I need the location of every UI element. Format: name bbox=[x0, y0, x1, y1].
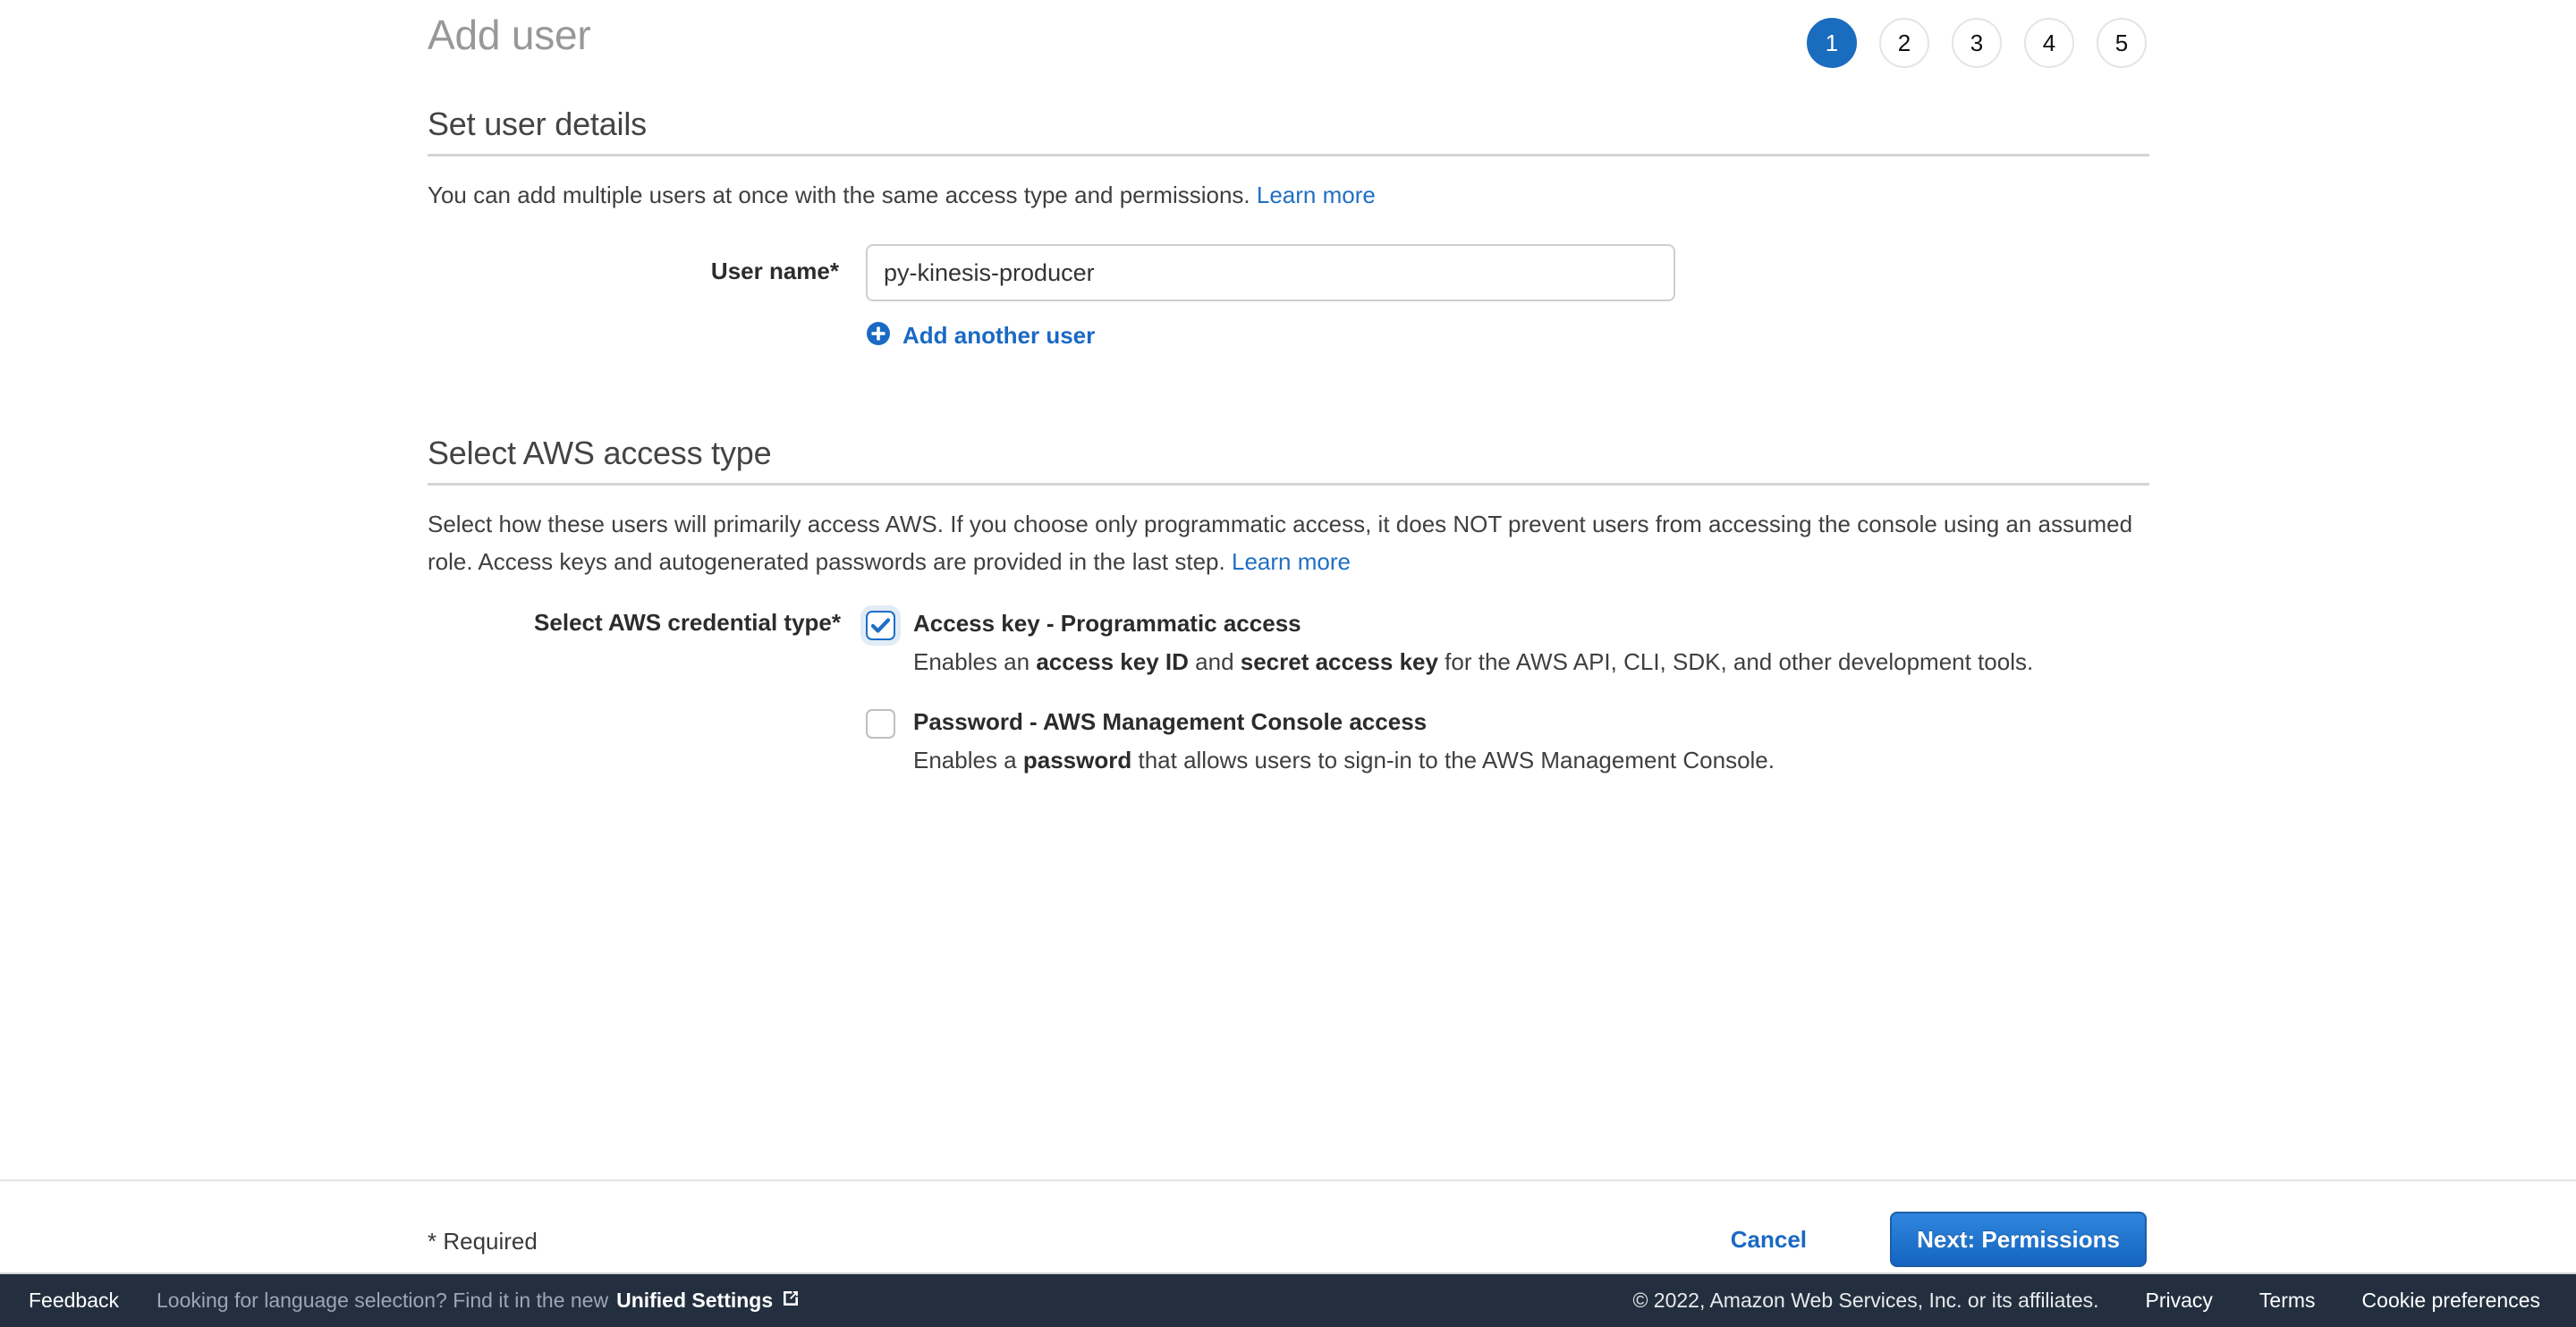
cancel-button[interactable]: Cancel bbox=[1731, 1226, 1807, 1254]
user-details-description: You can add multiple users at once with … bbox=[428, 176, 2149, 214]
access-key-description: Enables an access key ID and secret acce… bbox=[913, 643, 2033, 680]
desc-text: Enables an bbox=[913, 648, 1036, 675]
step-5[interactable]: 5 bbox=[2097, 18, 2147, 68]
username-field-row: User name* bbox=[428, 244, 2149, 301]
desc-text: for the AWS API, CLI, SDK, and other dev… bbox=[1438, 648, 2033, 675]
page-content: Set user details You can add multiple us… bbox=[0, 106, 2576, 802]
check-icon bbox=[870, 615, 891, 636]
divider bbox=[428, 154, 2149, 156]
add-another-user-label: Add another user bbox=[902, 322, 1095, 350]
access-type-learn-more-link[interactable]: Learn more bbox=[1232, 548, 1351, 575]
section-heading-user-details: Set user details bbox=[428, 106, 2149, 154]
credential-type-label: Select AWS credential type* bbox=[428, 604, 866, 637]
cookie-preferences-link[interactable]: Cookie preferences bbox=[2362, 1289, 2540, 1313]
access-type-description: Select how these users will primarily ac… bbox=[428, 505, 2149, 580]
step-indicator: 1 2 3 4 5 bbox=[1807, 18, 2147, 68]
step-2[interactable]: 2 bbox=[1879, 18, 1929, 68]
set-user-details-section: Set user details You can add multiple us… bbox=[428, 106, 2149, 351]
unified-settings-link[interactable]: Looking for language selection? Find it … bbox=[157, 1289, 801, 1314]
lang-note-prefix: Looking for language selection? Find it … bbox=[157, 1289, 608, 1313]
required-note: * Required bbox=[428, 1228, 538, 1255]
step-4[interactable]: 4 bbox=[2024, 18, 2074, 68]
access-key-title: Access key - Programmatic access bbox=[913, 605, 2033, 641]
plus-circle-icon bbox=[866, 321, 891, 351]
access-key-checkbox[interactable] bbox=[866, 611, 895, 640]
feedback-link[interactable]: Feedback bbox=[29, 1289, 119, 1313]
page-title: Add user bbox=[428, 11, 591, 59]
section-heading-access-type: Select AWS access type bbox=[428, 435, 2149, 483]
option-access-key: Access key - Programmatic access Enables… bbox=[866, 605, 2033, 680]
credential-type-options: Access key - Programmatic access Enables… bbox=[866, 604, 2033, 802]
username-input[interactable] bbox=[866, 244, 1675, 301]
option-password: Password - AWS Management Console access… bbox=[866, 704, 2033, 779]
page-header: Add user 1 2 3 4 5 bbox=[0, 0, 2576, 106]
username-label: User name* bbox=[428, 244, 866, 285]
copyright-text: © 2022, Amazon Web Services, Inc. or its… bbox=[1632, 1289, 2098, 1313]
add-another-user-button[interactable]: Add another user bbox=[866, 321, 1095, 351]
password-checkbox[interactable] bbox=[866, 709, 895, 739]
desc-text: that allows users to sign-in to the AWS … bbox=[1131, 747, 1775, 773]
password-description: Enables a password that allows users to … bbox=[913, 741, 1775, 779]
step-3[interactable]: 3 bbox=[1952, 18, 2002, 68]
action-bar: * Required Cancel Next: Permissions bbox=[0, 1179, 2576, 1274]
desc-text: Enables a bbox=[913, 747, 1023, 773]
step-1[interactable]: 1 bbox=[1807, 18, 1857, 68]
user-details-description-text: You can add multiple users at once with … bbox=[428, 182, 1250, 208]
terms-link[interactable]: Terms bbox=[2259, 1289, 2316, 1313]
add-user-page: Add user 1 2 3 4 5 Set user details You … bbox=[0, 0, 2576, 1327]
desc-bold: secret access key bbox=[1241, 648, 1438, 675]
page-footer: Feedback Looking for language selection?… bbox=[0, 1274, 2576, 1327]
desc-bold: access key ID bbox=[1036, 648, 1189, 675]
next-permissions-button[interactable]: Next: Permissions bbox=[1890, 1212, 2147, 1267]
access-type-section: Select AWS access type Select how these … bbox=[428, 435, 2149, 802]
desc-bold: password bbox=[1023, 747, 1131, 773]
user-details-learn-more-link[interactable]: Learn more bbox=[1257, 182, 1376, 208]
credential-type-row: Select AWS credential type* Access key -… bbox=[428, 604, 2149, 802]
section-spacer bbox=[428, 351, 2149, 435]
password-title: Password - AWS Management Console access bbox=[913, 704, 1775, 740]
external-link-icon bbox=[781, 1289, 801, 1314]
unified-settings-label: Unified Settings bbox=[616, 1289, 773, 1313]
privacy-link[interactable]: Privacy bbox=[2146, 1289, 2213, 1313]
divider bbox=[428, 483, 2149, 486]
desc-text: and bbox=[1189, 648, 1241, 675]
